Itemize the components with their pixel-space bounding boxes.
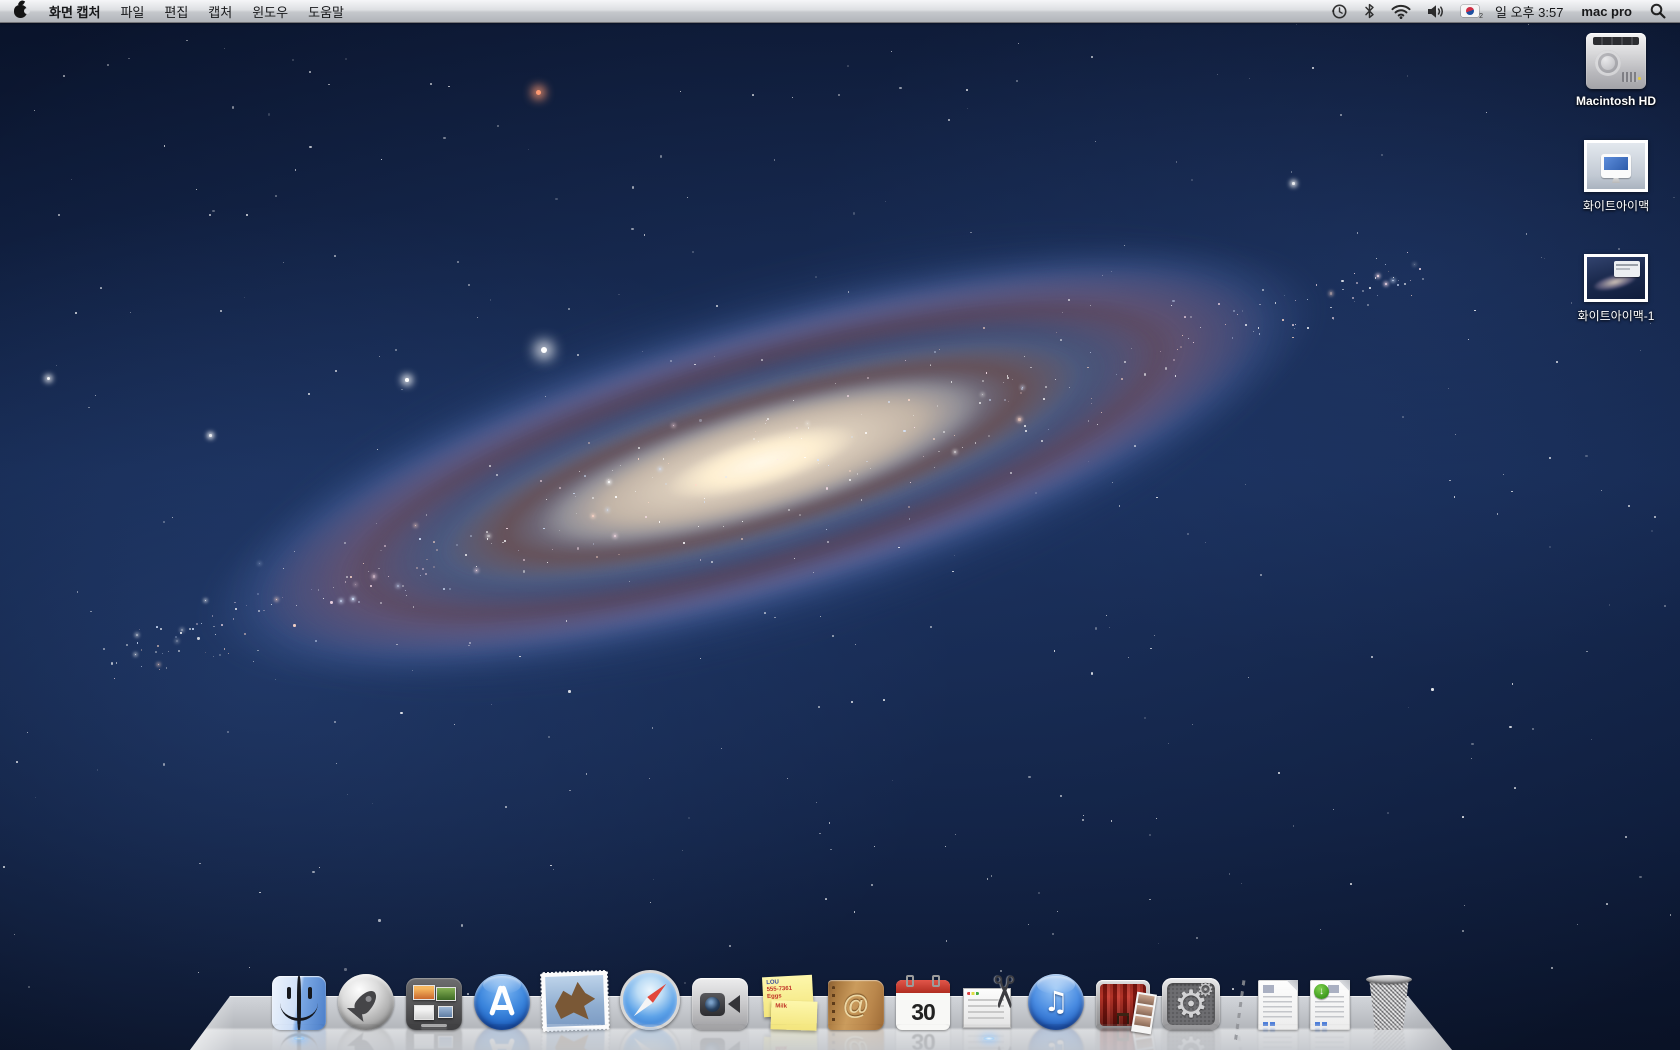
dock-item-grab[interactable]: ✂ [962,978,1016,1030]
desktop-icon-column: Macintosh HD 화이트아이맥 화이트아이맥-1 [1560,33,1672,324]
at-sign-glyph: @ [842,992,869,1019]
ical-calendar-icon: 30 [896,980,950,1030]
dock-item-system-preferences[interactable]: ⚙ ⚙ [1162,978,1220,1030]
scissors-icon: ✂ [981,974,1025,1011]
dock-item-mission-control[interactable] [406,978,462,1030]
hard-drive-icon [1586,33,1646,89]
desktop-icon-white-imac-1[interactable]: 화이트아이맥-1 [1578,254,1655,324]
dock-separator [1232,982,1246,1030]
document-file-icon [1258,980,1298,1030]
dock-item-mail[interactable] [542,972,608,1030]
running-indicator-light [292,1036,306,1041]
dock-item-facetime[interactable] [692,978,748,1030]
mission-control-icon [406,978,462,1030]
fast-user-switching-menu[interactable]: mac pro [1571,0,1642,22]
calendar-day-number: 30 [911,1001,935,1024]
dock-item-document-2[interactable]: ↓ [1310,980,1350,1030]
menu-bar: 화면 캡처 파일 편집 캡처 윈도우 도움말 2 [0,0,1680,23]
grab-screen-capture-icon: ✂ [962,978,1016,1030]
download-badge-icon: ↓ [1314,984,1329,999]
stickies-notes-icon: LOU 555-7361 Eggs Milk [760,976,816,1030]
dock-item-address-book[interactable]: @ [828,980,884,1030]
input-source-korean-flag-icon[interactable]: 2 [1453,0,1487,22]
menu-edit[interactable]: 편집 [154,0,198,22]
running-indicator-light [982,1036,996,1041]
itunes-icon: ♫ [1028,974,1084,1030]
apple-logo-icon [14,5,27,18]
dock-item-stickies[interactable]: LOU 555-7361 Eggs Milk [760,976,816,1030]
dock-icons-row: LOU 555-7361 Eggs Milk @ 30 [272,970,1416,1030]
desktop-screen: 화면 캡처 파일 편집 캡처 윈도우 도움말 2 [0,0,1680,1050]
dock: LOU 555-7361 Eggs Milk @ 30 [0,935,1680,1050]
eagle-icon [554,981,596,1020]
menu-window[interactable]: 윈도우 [242,0,298,22]
imac-picture [1601,154,1631,178]
desktop-icon-label: 화이트아이맥 [1583,197,1649,214]
safari-compass-icon [620,970,680,1030]
system-preferences-gears-icon: ⚙ ⚙ [1162,978,1220,1030]
app-store-icon [474,974,530,1030]
menu-capture[interactable]: 캡처 [198,0,242,22]
dock-item-launchpad[interactable] [338,974,394,1030]
dock-item-finder[interactable] [272,976,326,1030]
screenshot-thumbnail-icon [1584,254,1648,302]
menu-bar-clock[interactable]: 일 오후 3:57 [1487,0,1571,22]
address-book-icon: @ [828,980,884,1030]
sticky-note-text: Milk [775,1003,815,1011]
volume-menu-icon[interactable] [1419,0,1453,22]
korean-flag-icon: 2 [1461,5,1479,17]
spotlight-menu-icon[interactable] [1642,0,1680,22]
dock-item-app-store[interactable] [474,974,530,1030]
desktop-icon-macintosh-hd[interactable]: Macintosh HD [1576,33,1656,108]
music-note-glyph: ♫ [1043,988,1068,1016]
launchpad-rocket-icon [338,974,394,1030]
desktop-icon-label: Macintosh HD [1576,94,1656,108]
input-source-badge: 2 [1479,13,1483,20]
finder-icon [272,976,326,1030]
document-file-icon: ↓ [1310,980,1350,1030]
menu-file[interactable]: 파일 [110,0,154,22]
dock-item-document-1[interactable] [1258,980,1298,1030]
facetime-camera-icon [692,978,748,1030]
menu-help[interactable]: 도움말 [298,0,354,22]
app-menu-grab[interactable]: 화면 캡처 [39,0,110,22]
gear-icon: ⚙ [1197,981,1214,1000]
bluetooth-menu-icon[interactable] [1356,0,1383,22]
trash-wire-basket-icon [1362,972,1416,1030]
image-file-thumbnail-icon [1584,140,1648,192]
dock-item-photo-booth[interactable] [1096,980,1150,1030]
desktop-icon-label: 화이트아이맥-1 [1578,307,1655,324]
dock-item-safari[interactable] [620,970,680,1030]
dock-item-ical[interactable]: 30 [896,980,950,1030]
mail-stamp-icon [541,971,609,1031]
apple-menu[interactable] [0,0,39,22]
dock-item-trash[interactable] [1362,972,1416,1030]
time-machine-menu-icon[interactable] [1323,0,1356,22]
wifi-menu-icon[interactable] [1383,0,1419,22]
dock-item-itunes[interactable]: ♫ [1028,974,1084,1030]
desktop-icon-white-imac[interactable]: 화이트아이맥 [1583,140,1649,214]
photo-booth-icon [1096,980,1150,1030]
wallpaper-sky [0,0,1680,1050]
